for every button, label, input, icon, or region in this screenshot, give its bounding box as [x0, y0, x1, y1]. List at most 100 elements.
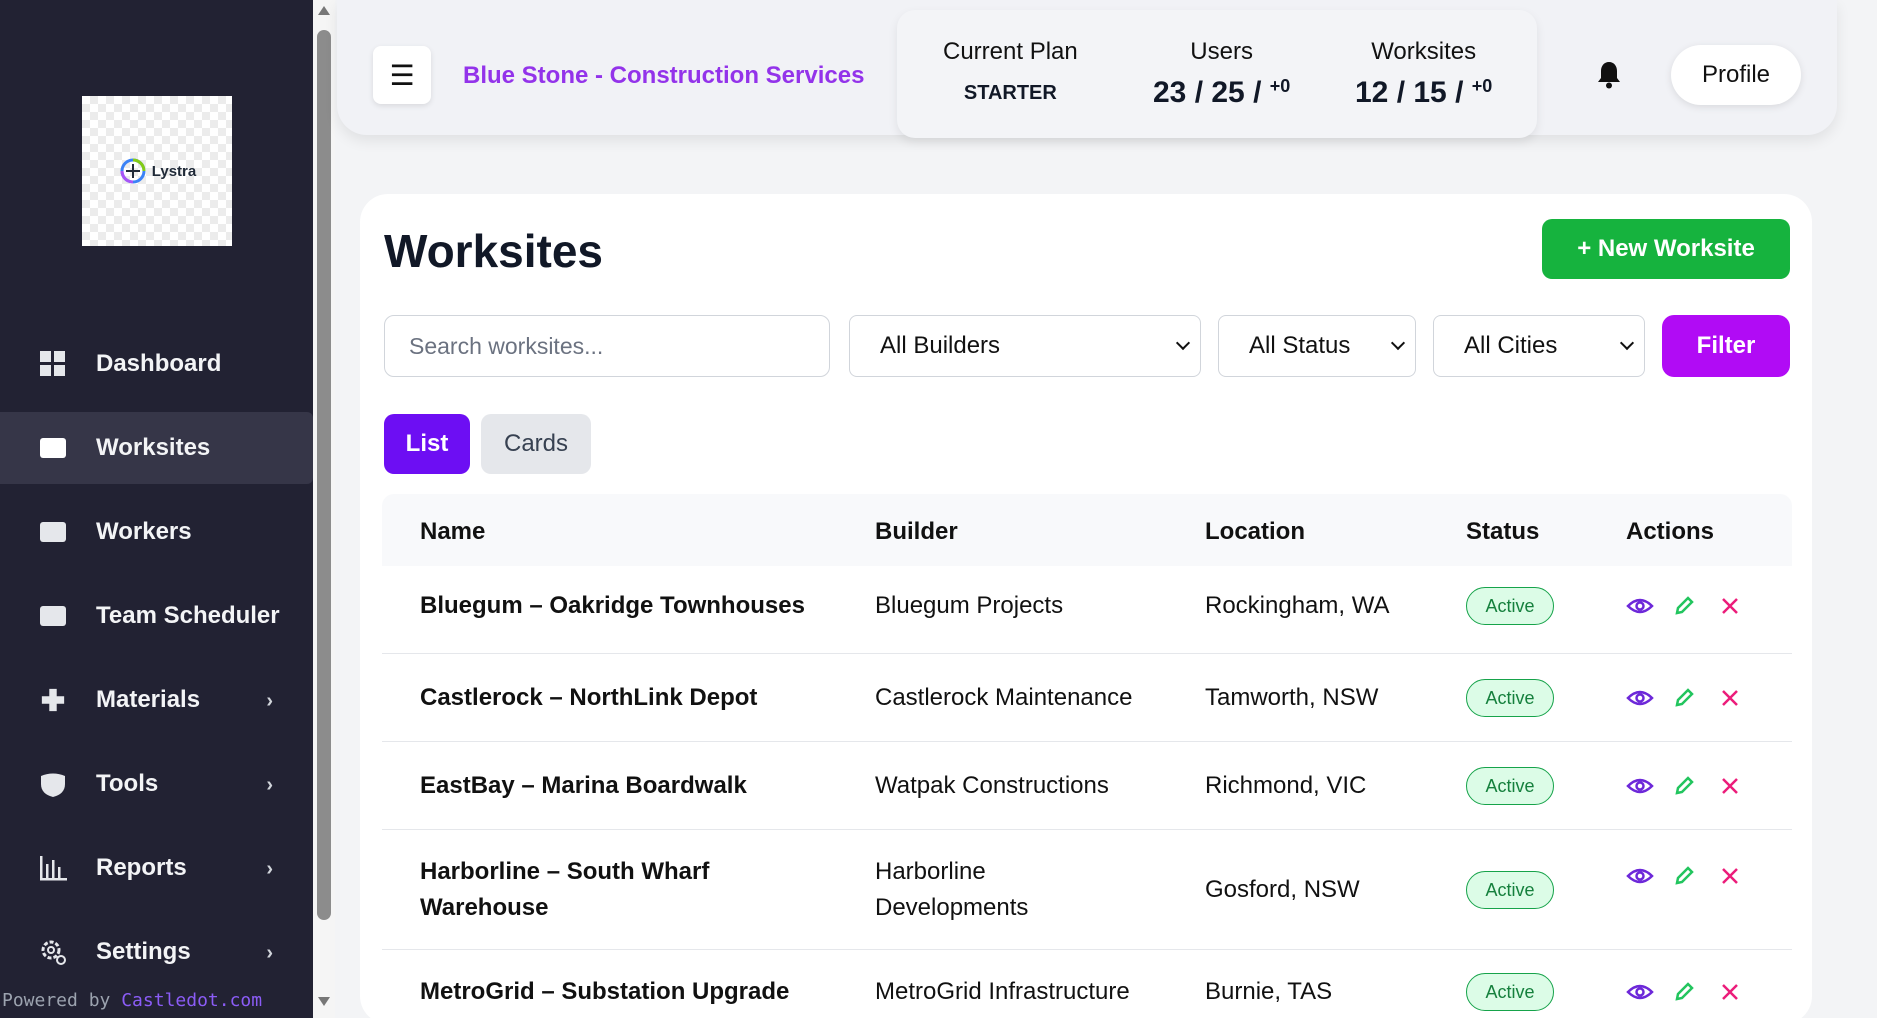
view-eye-icon[interactable] — [1626, 684, 1654, 712]
column-header-name[interactable]: Name — [420, 518, 485, 546]
profile-button[interactable]: Profile — [1671, 45, 1801, 105]
scroll-thumb[interactable] — [317, 30, 331, 920]
worksite-builder: Harborline Developments — [875, 858, 1029, 921]
table-row[interactable]: Bluegum – Oakridge Townhouses Bluegum Pr… — [382, 566, 1792, 654]
status-select-value: All Status — [1249, 332, 1351, 359]
list-view-button[interactable]: List — [384, 414, 470, 474]
worksites-panel: Worksites + New Worksite All Builders Al… — [360, 194, 1812, 1018]
gear-icon — [38, 937, 68, 967]
sidebar-item-tools[interactable]: Tools › — [0, 748, 313, 820]
sidebar-item-label: Reports — [96, 854, 187, 881]
filter-button[interactable]: Filter — [1662, 315, 1790, 377]
chevron-right-icon: › — [266, 774, 273, 796]
builders-select-value: All Builders — [880, 332, 1001, 359]
scroll-up-arrow-icon[interactable] — [318, 6, 330, 15]
table-row[interactable]: Harborline – South Wharf Warehouse Harbo… — [382, 830, 1792, 950]
current-plan: Current Plan STARTER — [943, 38, 1078, 105]
sidebar-item-settings[interactable]: Settings › — [0, 916, 313, 988]
sidebar-item-label: Settings — [96, 938, 191, 965]
view-eye-icon[interactable] — [1626, 592, 1654, 620]
delete-x-icon[interactable] — [1716, 772, 1744, 800]
delete-x-icon[interactable] — [1716, 862, 1744, 890]
delete-x-icon[interactable] — [1716, 684, 1744, 712]
sidebar-item-label: Team Scheduler — [96, 602, 280, 629]
cities-select[interactable]: All Cities — [1433, 315, 1645, 377]
worksite-location: Gosford, NSW — [1205, 876, 1360, 903]
bell-icon[interactable] — [1597, 60, 1621, 90]
worksite-builder: Castlerock Maintenance — [875, 684, 1133, 711]
menu-toggle-button[interactable]: ☰ — [373, 46, 431, 104]
edit-pencil-icon[interactable] — [1670, 592, 1698, 620]
sidebar-item-materials[interactable]: Materials › — [0, 664, 313, 736]
sidebar-item-worksites[interactable]: Worksites — [0, 412, 313, 484]
window-icon — [38, 517, 68, 547]
table-row[interactable]: EastBay – Marina Boardwalk Watpak Constr… — [382, 742, 1792, 830]
powered-brand-link[interactable]: Castledot.com — [121, 990, 262, 1011]
scroll-down-arrow-icon[interactable] — [318, 997, 330, 1006]
worksite-name: Bluegum – Oakridge Townhouses — [420, 592, 805, 619]
window-icon — [38, 433, 68, 463]
column-header-status[interactable]: Status — [1466, 518, 1539, 546]
powered-by: Powered by Castledot.com — [2, 990, 262, 1011]
chevron-right-icon: › — [266, 942, 273, 964]
company-name: Blue Stone - Construction Services — [463, 62, 865, 89]
status-badge: Active — [1466, 973, 1554, 1011]
chevron-down-icon — [1619, 335, 1635, 351]
edit-pencil-icon[interactable] — [1670, 684, 1698, 712]
delete-x-icon[interactable] — [1716, 978, 1744, 1006]
table-header: Name Builder Location Status Actions — [382, 494, 1792, 566]
table-row[interactable]: Castlerock – NorthLink Depot Castlerock … — [382, 654, 1792, 742]
new-worksite-button[interactable]: + New Worksite — [1542, 219, 1790, 279]
builders-select[interactable]: All Builders — [849, 315, 1201, 377]
sidebar-item-workers[interactable]: Workers — [0, 496, 313, 568]
logo: Lystra — [82, 96, 232, 246]
chevron-right-icon: › — [266, 858, 273, 880]
lystra-logo-icon — [120, 158, 146, 184]
worksite-builder: MetroGrid Infrastructure — [875, 978, 1130, 1005]
column-header-builder[interactable]: Builder — [875, 518, 958, 546]
sidebar-item-label: Tools — [96, 770, 159, 797]
chevron-down-icon — [1175, 335, 1191, 351]
top-header: ☰ Blue Stone - Construction Services Cur… — [337, 0, 1837, 138]
plus-icon — [38, 685, 68, 715]
sidebar-item-label: Worksites — [96, 434, 211, 461]
worksite-location: Tamworth, NSW — [1205, 684, 1379, 711]
status-badge: Active — [1466, 871, 1554, 909]
cities-select-value: All Cities — [1464, 332, 1558, 359]
worksites-table: Name Builder Location Status Actions Blu… — [382, 494, 1792, 1018]
cards-view-button[interactable]: Cards — [481, 414, 591, 474]
worksite-builder: Bluegum Projects — [875, 592, 1064, 619]
view-eye-icon[interactable] — [1626, 772, 1654, 800]
sidebar-item-reports[interactable]: Reports › — [0, 832, 313, 904]
view-eye-icon[interactable] — [1626, 978, 1654, 1006]
worksites-usage: Worksites 12 / 15 / +0 — [1355, 38, 1492, 110]
search-input[interactable] — [384, 315, 830, 377]
users-usage: Users 23 / 25 / +0 — [1153, 38, 1290, 110]
sidebar-scrollbar[interactable] — [313, 0, 335, 1018]
view-eye-icon[interactable] — [1626, 862, 1654, 890]
edit-pencil-icon[interactable] — [1670, 978, 1698, 1006]
column-header-location[interactable]: Location — [1205, 518, 1305, 546]
table-row[interactable]: MetroGrid – Substation Upgrade MetroGrid… — [382, 950, 1792, 1018]
worksite-location: Rockingham, WA — [1205, 592, 1390, 619]
sidebar-item-dashboard[interactable]: Dashboard — [0, 328, 313, 400]
worksites-value: 12 / 15 / +0 — [1355, 76, 1493, 109]
grid-icon — [38, 349, 68, 379]
plan-summary: Current Plan STARTER Users 23 / 25 / +0 … — [897, 10, 1537, 138]
column-header-actions: Actions — [1626, 518, 1715, 545]
status-badge: Active — [1466, 679, 1554, 717]
powered-prefix: Powered by — [2, 990, 122, 1011]
logo-text: Lystra — [151, 162, 197, 180]
worksite-location: Richmond, VIC — [1205, 772, 1367, 799]
edit-pencil-icon[interactable] — [1670, 772, 1698, 800]
status-select[interactable]: All Status — [1218, 315, 1416, 377]
page-title: Worksites — [384, 225, 604, 277]
edit-pencil-icon[interactable] — [1670, 862, 1698, 890]
window-icon — [38, 601, 68, 631]
delete-x-icon[interactable] — [1716, 592, 1744, 620]
sidebar-item-team-scheduler[interactable]: Team Scheduler — [0, 580, 313, 652]
hamburger-icon: ☰ — [389, 59, 415, 91]
chevron-right-icon: › — [266, 690, 273, 712]
chevron-down-icon — [1390, 335, 1406, 351]
users-label: Users — [1190, 38, 1253, 65]
